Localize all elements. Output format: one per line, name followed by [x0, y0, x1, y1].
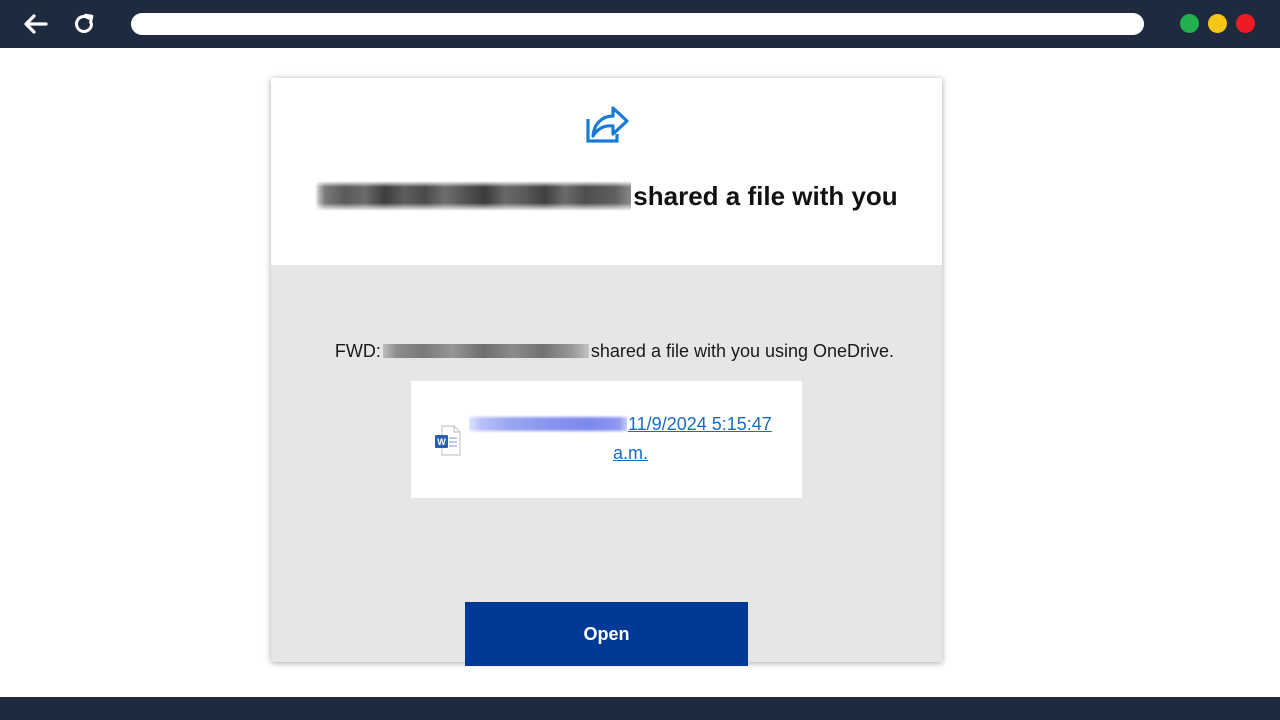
- reload-button[interactable]: [68, 8, 100, 40]
- window-dot-yellow[interactable]: [1208, 14, 1227, 33]
- email-header: shared a file with you: [271, 78, 942, 265]
- forward-prefix: FWD:: [334, 340, 381, 361]
- email-card: shared a file with you FWD: shared a fil…: [271, 78, 942, 666]
- headline-text: shared a file with you: [633, 180, 898, 211]
- headline: shared a file with you: [271, 176, 942, 216]
- file-card[interactable]: W 11/9/2024 5:15:47 a.m.: [411, 381, 802, 498]
- arrow-left-icon: [24, 14, 48, 34]
- redacted-forward-sender: [382, 344, 589, 358]
- open-button[interactable]: Open: [465, 602, 748, 666]
- address-bar[interactable]: [131, 13, 1144, 35]
- word-document-icon: W: [435, 425, 461, 456]
- email-body: FWD: shared a file with you using OneDri…: [271, 265, 942, 666]
- redacted-file-name: [469, 415, 627, 433]
- bottom-bar: [0, 697, 1280, 720]
- file-link[interactable]: 11/9/2024 5:15:47: [628, 414, 772, 435]
- forward-message-text: shared a file with you using OneDrive.: [590, 340, 895, 361]
- file-link-row[interactable]: 11/9/2024 5:15:47: [469, 412, 799, 436]
- back-button[interactable]: [20, 8, 52, 40]
- window-dot-red[interactable]: [1236, 14, 1255, 33]
- window-dot-green[interactable]: [1180, 14, 1199, 33]
- reload-icon: [75, 13, 94, 33]
- forward-message: FWD: shared a file with you using OneDri…: [271, 339, 942, 363]
- redacted-sender-name: [315, 181, 632, 211]
- share-arrow-icon: [586, 106, 629, 143]
- file-link-continued[interactable]: a.m.: [613, 443, 648, 464]
- svg-text:W: W: [437, 437, 446, 447]
- browser-toolbar: [0, 0, 1280, 48]
